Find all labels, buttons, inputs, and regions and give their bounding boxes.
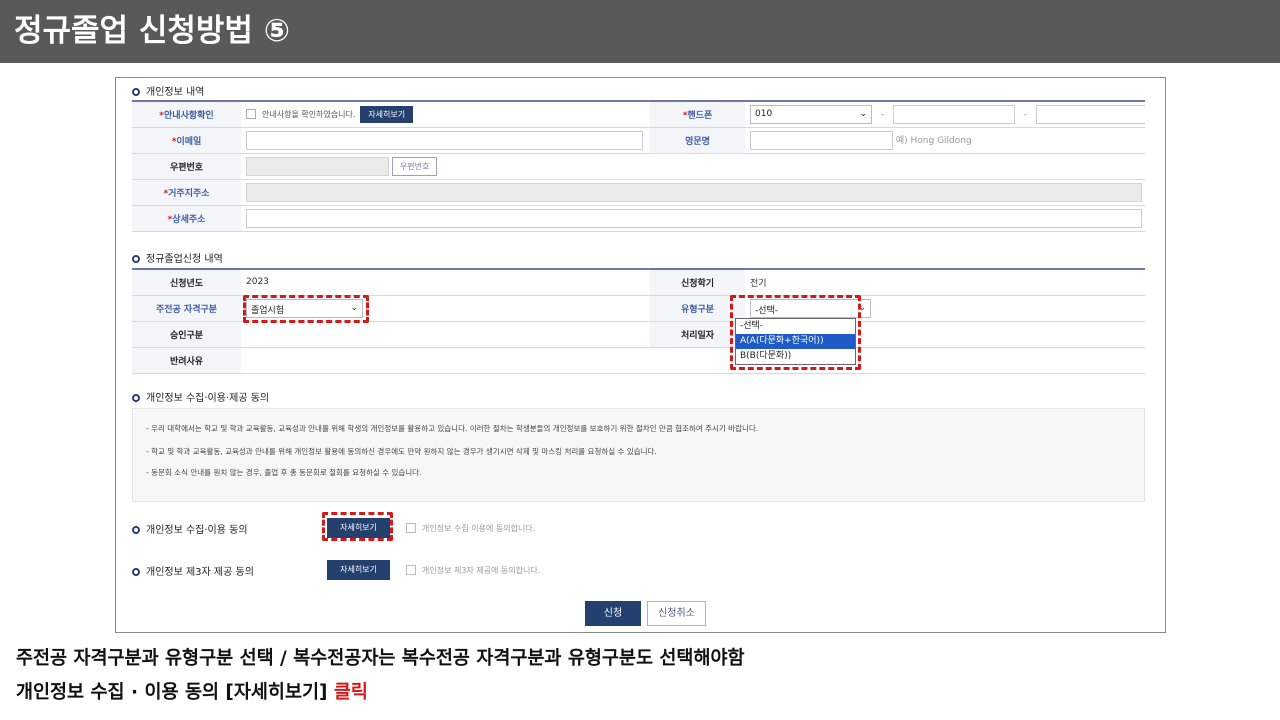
highlight-collect-detail [322, 512, 393, 541]
semester-label: 신청학기 [650, 269, 745, 296]
phone-middle-input[interactable] [893, 104, 1015, 124]
year-label: 신청년도 [132, 269, 241, 296]
caption-line-2: 개인정보 수집 · 이용 동의 [자세히보기] 클릭 [16, 682, 368, 703]
address-label: *거주지주소 [132, 179, 241, 206]
third-consent-label: 개인정보 제3자 제공 동의 [132, 563, 254, 578]
detail-address-input[interactable] [246, 208, 1142, 228]
third-detail-button[interactable]: 자세히보기 [327, 560, 390, 580]
consent-line: - 동문회 소식 안내를 원치 않는 경우, 졸업 후 총 동문회로 철회를 요… [146, 468, 422, 477]
third-consent-text: 개인정보 제3자 제공에 동의합니다. [422, 566, 541, 575]
zip-label: 우편번호 [132, 153, 241, 180]
address-input[interactable] [246, 182, 1142, 202]
phone-dash: - [880, 109, 885, 120]
section-bullet-icon [132, 88, 140, 96]
section-application-title: 정규졸업신청 내역 [132, 250, 223, 265]
phone-last-input[interactable] [1036, 104, 1145, 124]
highlight-major-qual [243, 295, 369, 323]
eng-name-hint: 예) Hong Gildong [895, 135, 972, 146]
submit-button[interactable]: 신청 [585, 601, 641, 626]
notice-label: *안내사항확인 [132, 101, 241, 128]
consent-line: - 학교 및 학과 교육활동, 교육성과 안내를 위해 개인정보 활용에 동의하… [146, 447, 657, 456]
third-consent-checkbox[interactable] [406, 565, 416, 575]
zip-search-button[interactable]: 우편번호 [391, 156, 438, 176]
chevron-down-icon: ⌄ [859, 108, 867, 119]
reject-label: 반려사유 [132, 347, 241, 374]
section-bullet-icon [132, 526, 140, 534]
reject-value [241, 347, 1145, 374]
phone-label: *핸드폰 [650, 101, 745, 128]
slide-title: 정규졸업 신청방법 ⑤ [14, 13, 290, 49]
collect-consent-text: 개인정보 수집 이용에 동의합니다. [422, 524, 536, 533]
application-form-screenshot: 개인정보 내역 *안내사항확인 안내사항을 확인하였습니다. 자세히보기 *핸드… [115, 77, 1166, 633]
collect-consent-checkbox[interactable] [406, 523, 416, 533]
section-bullet-icon [132, 394, 140, 402]
semester-value: 전기 [745, 269, 1145, 296]
section-bullet-icon [132, 255, 140, 263]
slide-header: 정규졸업 신청방법 ⑤ [0, 0, 1280, 63]
year-value: 2023 [241, 269, 650, 296]
section-personal-title: 개인정보 내역 [132, 83, 204, 98]
eng-name-label: 영문명 [650, 127, 745, 154]
consent-text-box: - 우리 대학에서는 학교 및 학과 교육활동, 교육성과 안내를 위해 학생의… [132, 408, 1145, 502]
cancel-button[interactable]: 신청취소 [647, 601, 706, 626]
phone-dash: - [1023, 109, 1028, 120]
caption-line-1: 주전공 자격구분과 유형구분 선택 / 복수전공자는 복수전공 자격구분과 유형… [16, 648, 745, 669]
eng-name-input[interactable] [750, 130, 893, 150]
section-bullet-icon [132, 568, 140, 576]
email-label: *이메일 [132, 127, 241, 154]
email-input[interactable] [246, 130, 643, 150]
highlight-type-select [730, 295, 861, 370]
detail-address-label: *상세주소 [132, 205, 241, 232]
notice-detail-button[interactable]: 자세히보기 [360, 105, 414, 123]
notice-text: 안내사항을 확인하였습니다. [262, 109, 356, 119]
approval-label: 승인구분 [132, 321, 241, 348]
section-consent-title: 개인정보 수집·이용·제공 동의 [132, 389, 269, 404]
consent-line: - 우리 대학에서는 학교 및 학과 교육활동, 교육성과 안내를 위해 학생의… [146, 424, 759, 433]
personal-info-table: *안내사항확인 안내사항을 확인하였습니다. 자세히보기 *핸드폰 010 ⌄ -… [132, 100, 1145, 232]
major-qual-label: 주전공 자격구분 [132, 295, 241, 322]
approval-value [241, 321, 650, 348]
phone-prefix-select[interactable]: 010 ⌄ [750, 104, 872, 124]
collect-consent-label: 개인정보 수집·이용 동의 [132, 521, 248, 536]
zip-input[interactable] [246, 156, 389, 176]
notice-checkbox[interactable] [246, 109, 256, 120]
